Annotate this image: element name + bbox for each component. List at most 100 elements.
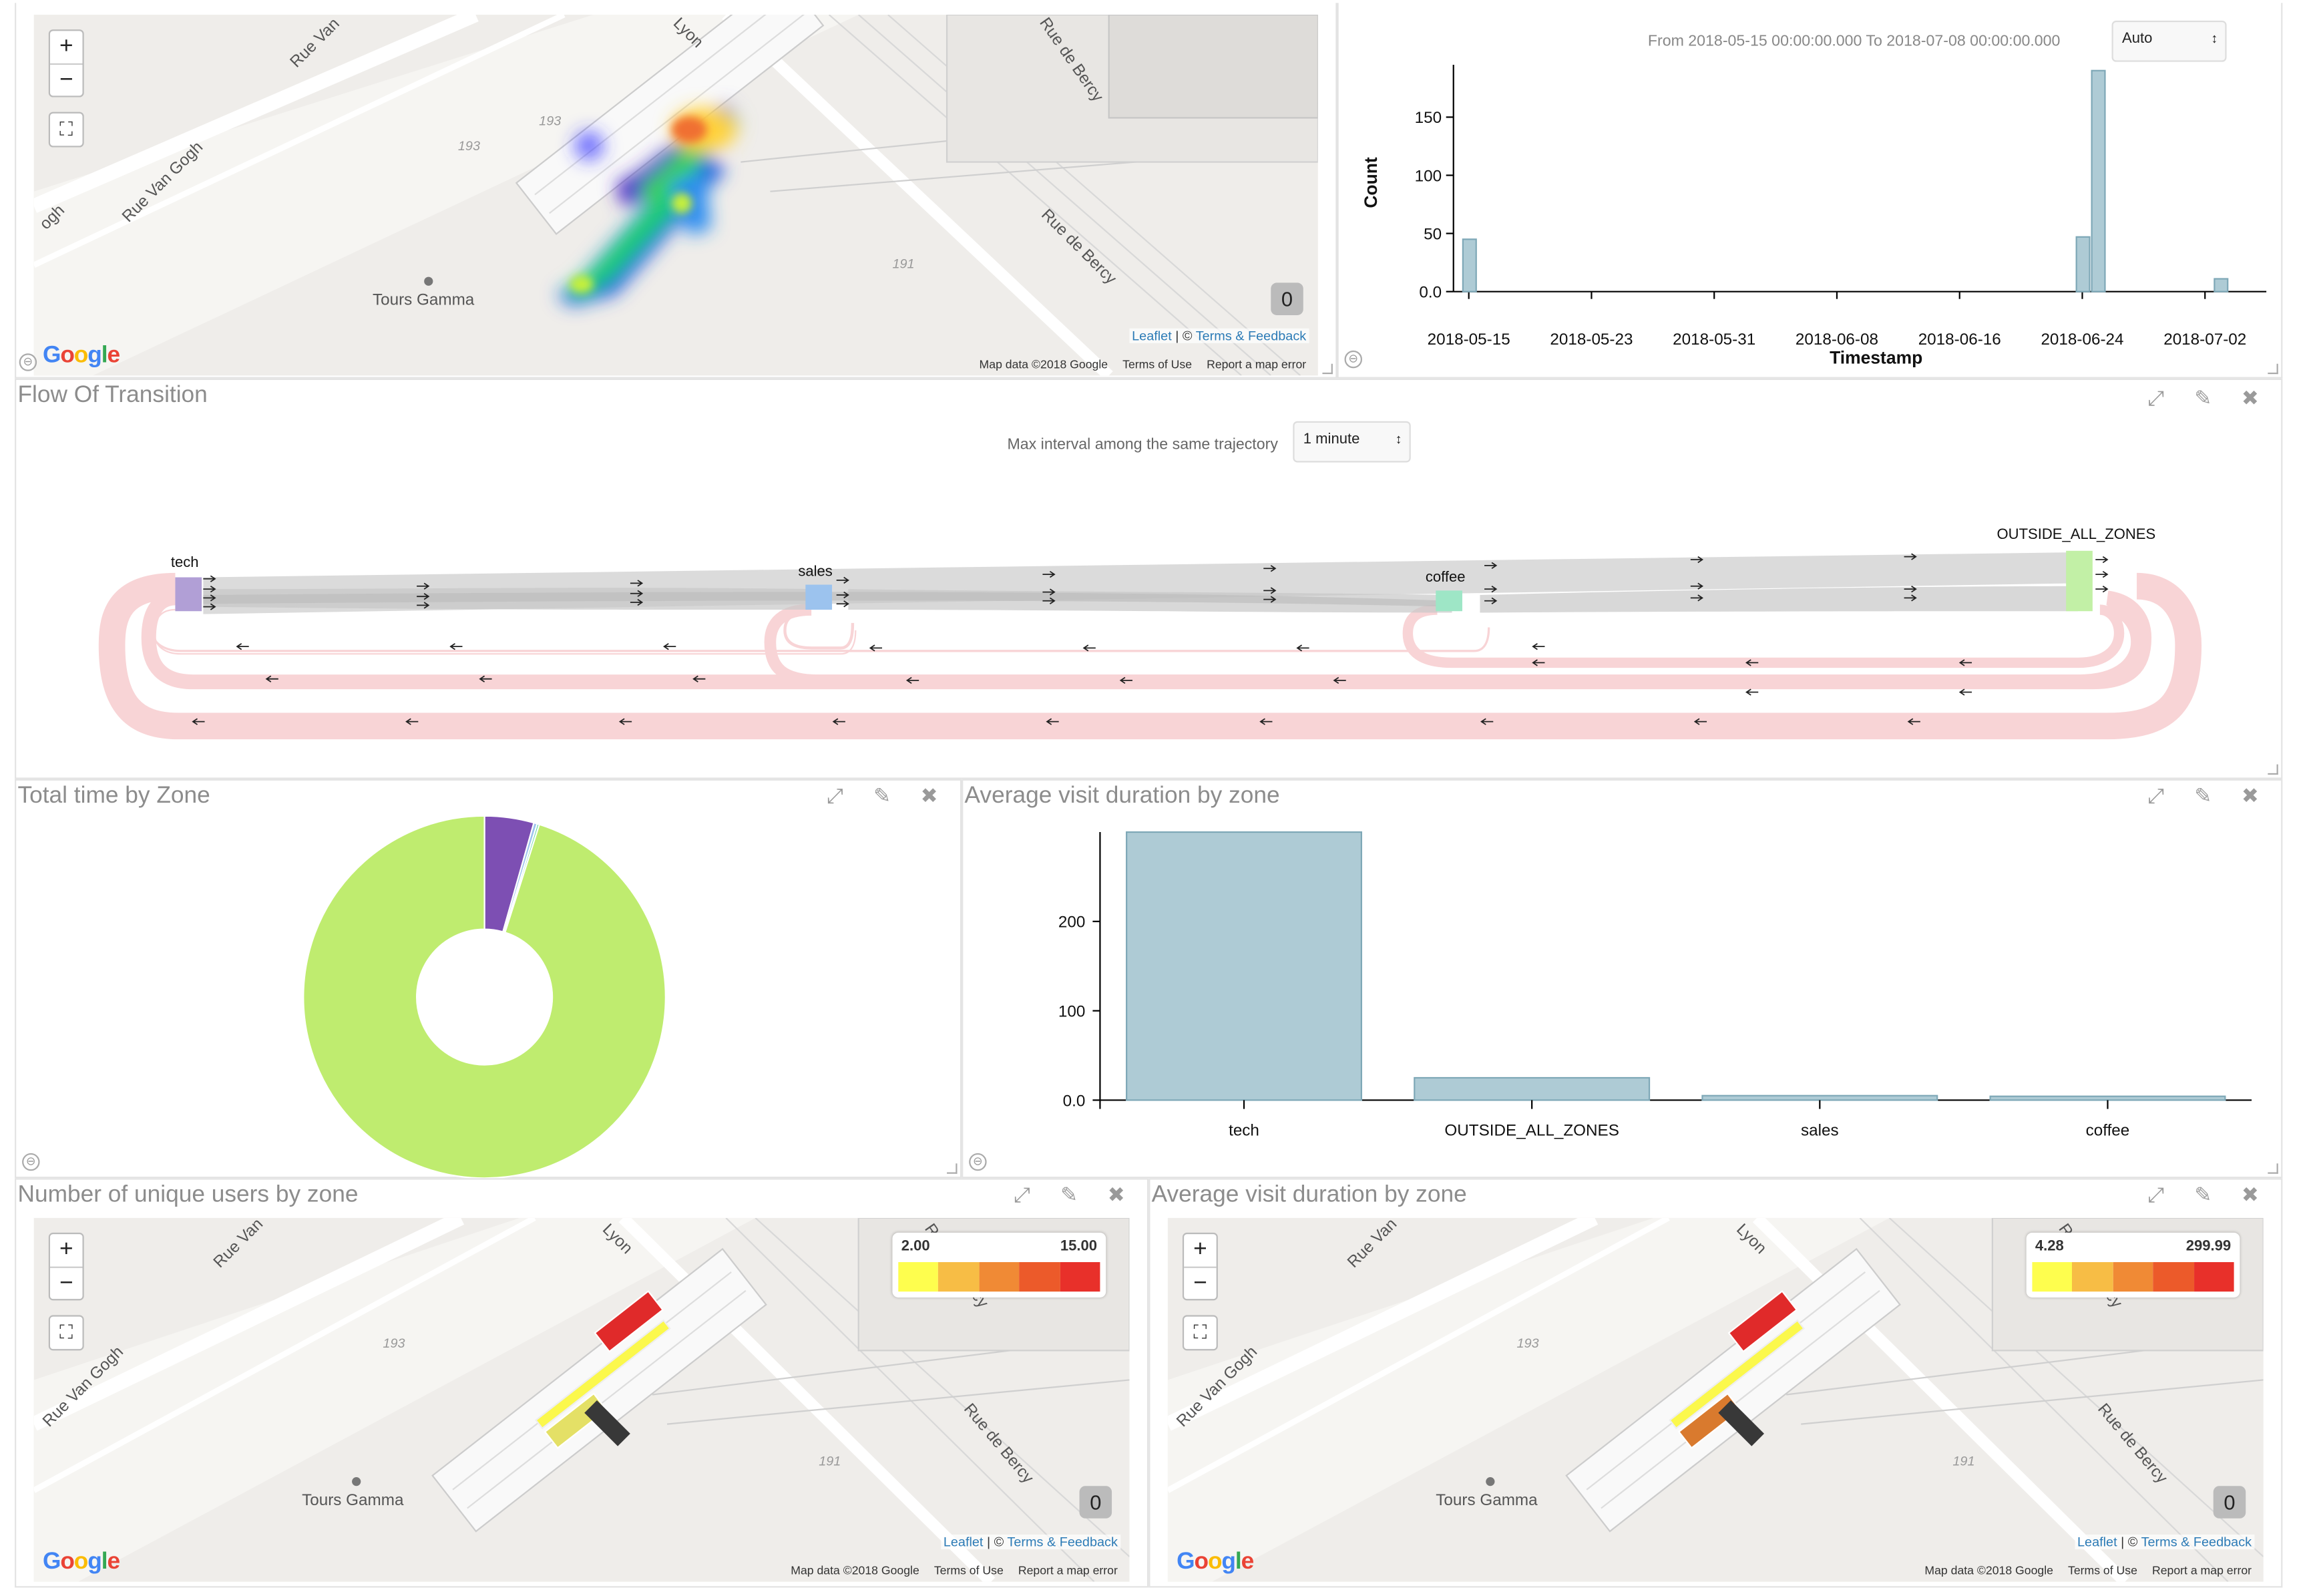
fullscreen-button[interactable]: ⛶ xyxy=(48,112,84,148)
bar[interactable] xyxy=(1126,831,1362,1101)
expand-icon[interactable]: ⤢ xyxy=(2145,1183,2166,1207)
bar[interactable] xyxy=(1462,238,1477,292)
edit-icon[interactable]: ✎ xyxy=(2193,386,2214,411)
resize-grip-icon[interactable] xyxy=(2268,764,2278,775)
collapse-icon[interactable]: ⊖ xyxy=(1344,350,1362,369)
zoom-control: + − xyxy=(1182,1232,1218,1301)
users-zone-map[interactable]: Rue Van Rue Van Gogh Lyon Rue de Bercy R… xyxy=(33,1217,1130,1582)
trajectory-interval-select[interactable]: 1 minute xyxy=(1293,421,1411,463)
bar[interactable] xyxy=(2214,278,2229,292)
x-tick-label: 2018-07-02 xyxy=(2163,331,2246,349)
zoom-in-button[interactable]: + xyxy=(1184,1234,1217,1267)
heatmap-panel: Rue Van Rue Van Gogh ogh Lyon Rue de Ber… xyxy=(15,3,1337,379)
collapse-icon[interactable]: ⊖ xyxy=(969,1153,987,1171)
close-icon[interactable]: ✖ xyxy=(2240,783,2260,808)
zone-node-tech[interactable] xyxy=(175,577,202,612)
block-number: 193 xyxy=(457,138,481,154)
heatmap-map[interactable]: Rue Van Rue Van Gogh ogh Lyon Rue de Ber… xyxy=(33,15,1318,376)
x-tick-label: 2018-06-08 xyxy=(1796,331,1878,349)
expand-icon[interactable]: ⤢ xyxy=(2145,783,2166,808)
map-footer: Map data ©2018 Google Terms of Use Report … xyxy=(980,358,1307,371)
zoom-in-button[interactable]: + xyxy=(50,1234,83,1267)
avg-zone-map[interactable]: Rue Van Rue Van Gogh Lyon Rue de Bercy R… xyxy=(1167,1217,2264,1582)
poi-label: Tours Gamma xyxy=(302,1492,404,1510)
donut-chart xyxy=(302,815,666,1179)
report-error-link[interactable]: Report a map error xyxy=(1018,1564,1118,1577)
close-icon[interactable]: ✖ xyxy=(1106,1183,1126,1207)
terms-feedback-link[interactable]: Terms & Feedback xyxy=(2141,1535,2252,1549)
flow-panel: Flow Of Transition ⤢ ✎ ✖ Max interval am… xyxy=(15,378,2283,779)
avg-visit-bar-chart: 0.0 100 200 tech OUTSIDE_ALL_ZONES sales coffe… xyxy=(1058,831,2252,1139)
resize-grip-icon[interactable] xyxy=(2268,1163,2278,1174)
panel-controls: ⤢ ✎ ✖ xyxy=(825,783,939,808)
terms-of-use-link[interactable]: Terms of Use xyxy=(1122,358,1192,371)
zone-node-coffee[interactable] xyxy=(1436,590,1462,612)
panel-title: Average visit duration by zone xyxy=(1151,1182,1467,1208)
zone-node-outside[interactable] xyxy=(2066,550,2093,612)
bar[interactable] xyxy=(1701,1094,1938,1101)
zone-node-sales[interactable] xyxy=(805,584,833,610)
legend-max: 15.00 xyxy=(1060,1238,1098,1255)
bar[interactable] xyxy=(2091,69,2106,292)
y-tick-label: 50 xyxy=(1424,225,1442,243)
leaflet-link[interactable]: Leaflet xyxy=(1132,329,1172,343)
close-icon[interactable]: ✖ xyxy=(2240,1183,2260,1207)
fullscreen-button[interactable]: ⛶ xyxy=(48,1315,84,1351)
street-label: Tours Gamma xyxy=(372,291,475,310)
zone-label: tech xyxy=(171,554,199,570)
flow-diagram: tech sales coffee OUTSIDE_ALL_ZONES xyxy=(98,526,2202,740)
donut-slice[interactable] xyxy=(302,815,666,1179)
resize-grip-icon[interactable] xyxy=(2268,363,2278,375)
attr-sep: | © xyxy=(1171,328,1196,343)
map-data-text: Map data ©2018 Google xyxy=(1924,1564,2053,1577)
edit-icon[interactable]: ✎ xyxy=(872,783,893,808)
zone-label: OUTSIDE_ALL_ZONES xyxy=(1997,526,2156,542)
expand-icon[interactable]: ⤢ xyxy=(2145,386,2166,411)
terms-feedback-link[interactable]: Terms & Feedback xyxy=(1007,1535,1117,1549)
map-attribution: Leaflet | © Terms & Feedback xyxy=(940,1535,1121,1550)
block-number: 193 xyxy=(383,1336,405,1351)
zoom-out-button[interactable]: − xyxy=(49,1266,83,1300)
flow-arrow xyxy=(663,643,676,650)
report-error-link[interactable]: Report a map error xyxy=(1207,358,1306,371)
resize-grip-icon[interactable] xyxy=(1322,363,1333,375)
fullscreen-button[interactable]: ⛶ xyxy=(1182,1315,1218,1351)
collapse-icon[interactable]: ⊖ xyxy=(19,353,37,371)
close-icon[interactable]: ✖ xyxy=(919,783,939,808)
map-footer: Map data ©2018 Google Terms of Use Report … xyxy=(1924,1564,2252,1577)
bar[interactable] xyxy=(1414,1076,1651,1101)
terms-of-use-link[interactable]: Terms of Use xyxy=(934,1564,1004,1577)
report-error-link[interactable]: Report a map error xyxy=(2152,1564,2252,1577)
bar[interactable] xyxy=(2075,236,2091,292)
poi-label: Tours Gamma xyxy=(1436,1492,1538,1510)
edit-icon[interactable]: ✎ xyxy=(2193,783,2214,808)
map-footer: Map data ©2018 Google Terms of Use Report … xyxy=(791,1564,1118,1577)
bar[interactable] xyxy=(1989,1095,2226,1101)
edit-icon[interactable]: ✎ xyxy=(2193,1183,2214,1207)
leaflet-link[interactable]: Leaflet xyxy=(943,1535,984,1549)
block-number: 191 xyxy=(819,1453,841,1468)
edit-icon[interactable]: ✎ xyxy=(1059,1183,1080,1207)
y-tick-label: 0.0 xyxy=(1419,283,1442,301)
zoom-out-button[interactable]: − xyxy=(49,63,83,96)
color-legend: 2.00 15.00 xyxy=(892,1232,1106,1298)
resize-grip-icon[interactable] xyxy=(947,1163,958,1174)
layer-count-badge[interactable]: 0 xyxy=(1079,1486,1112,1519)
close-icon[interactable]: ✖ xyxy=(2240,386,2260,411)
google-logo: Google xyxy=(42,1549,120,1575)
layer-count-badge[interactable]: 0 xyxy=(1271,282,1303,315)
zoom-out-button[interactable]: − xyxy=(1184,1266,1217,1300)
y-tick-label: 100 xyxy=(1058,1002,1085,1020)
terms-of-use-link[interactable]: Terms of Use xyxy=(2068,1564,2137,1577)
collapse-icon[interactable]: ⊖ xyxy=(22,1153,40,1171)
map-data-text: Map data ©2018 Google xyxy=(979,357,1108,371)
zoom-in-button[interactable]: + xyxy=(50,31,83,63)
terms-feedback-link[interactable]: Terms & Feedback xyxy=(1196,329,1306,343)
panel-controls: ⤢ ✎ ✖ xyxy=(2145,783,2260,808)
google-logo: Google xyxy=(1177,1549,1254,1575)
leaflet-link[interactable]: Leaflet xyxy=(2077,1535,2117,1549)
expand-icon[interactable]: ⤢ xyxy=(1012,1183,1032,1207)
block-number: 191 xyxy=(892,256,915,271)
expand-icon[interactable]: ⤢ xyxy=(825,783,845,808)
layer-count-badge[interactable]: 0 xyxy=(2213,1486,2246,1519)
